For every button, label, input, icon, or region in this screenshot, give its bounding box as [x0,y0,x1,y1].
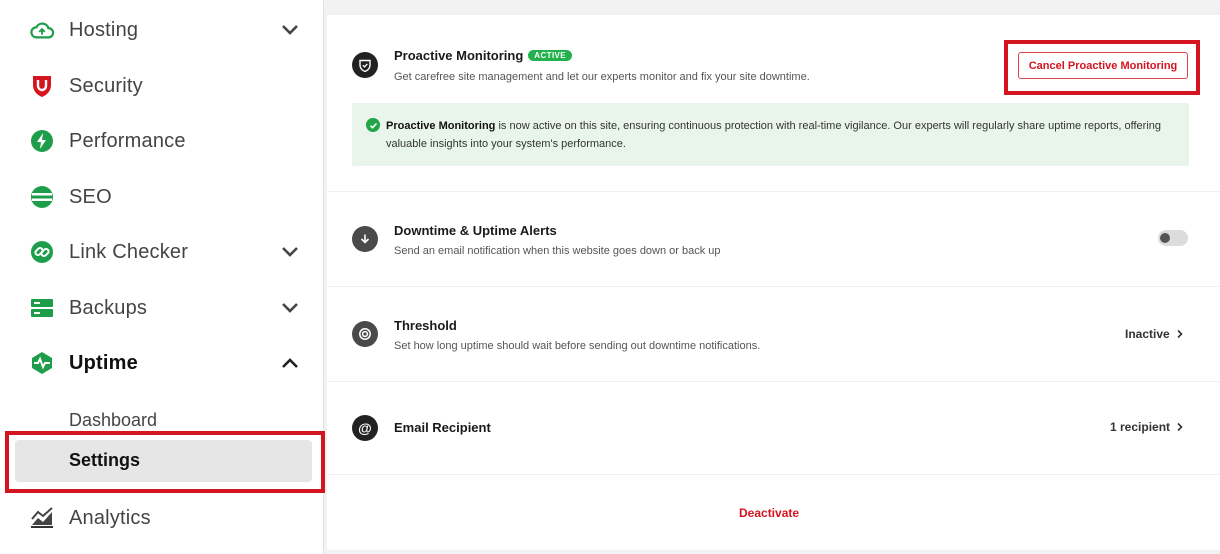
chevron-down-icon[interactable] [280,20,300,40]
sidebar: Hosting Security Performance SEO Link Ch… [0,0,324,554]
shield-icon [30,74,54,98]
check-circle-icon [366,118,380,132]
status-badge: ACTIVE [528,50,573,61]
sidebar-item-label: Link Checker [69,240,189,263]
sidebar-item-label: SEO [69,185,112,208]
alerts-description: Send an email notification when this web… [394,245,721,257]
downtime-alerts-row: Downtime & Uptime Alerts Send an email n… [327,192,1220,287]
active-notice: Proactive Monitoring is now active on th… [352,103,1189,166]
alerts-title: Downtime & Uptime Alerts [394,223,557,238]
threshold-row[interactable]: Threshold Set how long uptime should wai… [327,287,1220,382]
cancel-proactive-monitoring-button[interactable]: Cancel Proactive Monitoring [1018,52,1188,79]
chevron-right-icon [1177,329,1183,339]
toggle-knob [1160,233,1170,243]
sidebar-item-security[interactable]: Security [0,64,324,108]
deactivate-button[interactable]: Deactivate [739,506,799,520]
sidebar-item-seo[interactable]: SEO [0,175,324,219]
chevron-up-icon[interactable] [280,353,300,373]
sidebar-subitem-dashboard[interactable]: Dashboard [69,410,157,431]
email-recipient-link[interactable]: 1 recipient [1110,420,1184,434]
chevron-down-icon[interactable] [280,242,300,262]
notice-text: Proactive Monitoring is now active on th… [386,117,1176,153]
sidebar-item-label: Backups [69,296,148,319]
server-icon [30,296,54,320]
chevron-right-icon [1177,422,1183,432]
chart-icon [30,506,54,530]
notice-body-text: is now active on this site, ensuring con… [386,120,1162,150]
cloud-icon [30,18,54,42]
threshold-status-text: Inactive [1125,327,1170,341]
sidebar-item-hosting[interactable]: Hosting [0,8,324,52]
sidebar-item-link-checker[interactable]: Link Checker [0,230,324,274]
sidebar-item-label: Security [69,74,143,97]
sidebar-item-label: Analytics [69,506,151,529]
shield-check-icon [352,52,378,78]
notice-bold-text: Proactive Monitoring [386,120,496,132]
sidebar-item-backups[interactable]: Backups [0,286,324,330]
sidebar-item-analytics[interactable]: Analytics [0,496,324,540]
seo-icon [30,185,54,209]
sidebar-subitem-settings[interactable] [15,440,312,482]
heartbeat-icon [30,351,54,375]
sidebar-subitem-settings-label: Settings [69,450,141,470]
sidebar-item-uptime[interactable]: Uptime [0,341,324,385]
proactive-monitoring-title: Proactive Monitoring ACTIVE [394,48,573,63]
email-recipient-title: Email Recipient [394,420,491,435]
proactive-monitoring-description: Get carefree site management and let our… [394,71,810,83]
threshold-status-link[interactable]: Inactive [1125,327,1184,341]
sidebar-item-label: Performance [69,129,186,152]
link-icon [30,240,54,264]
sidebar-item-performance[interactable]: Performance [0,119,324,163]
at-sign-icon: @ [352,415,378,441]
sidebar-item-label: Uptime [69,351,138,374]
alerts-toggle[interactable] [1158,230,1188,246]
threshold-description: Set how long uptime should wait before s… [394,340,761,352]
chevron-down-icon[interactable] [280,298,300,318]
proactive-title-text: Proactive Monitoring [394,48,524,63]
email-recipient-row[interactable]: @ Email Recipient 1 recipient [327,382,1220,475]
bolt-icon [30,129,54,153]
sidebar-item-label: Hosting [69,18,139,41]
email-recipient-count: 1 recipient [1110,420,1171,434]
target-icon [352,321,378,347]
proactive-monitoring-section: Proactive Monitoring ACTIVE Get carefree … [327,15,1220,192]
threshold-title: Threshold [394,318,457,333]
arrow-down-icon [352,226,378,252]
main-panel: Proactive Monitoring ACTIVE Get carefree … [327,15,1220,550]
